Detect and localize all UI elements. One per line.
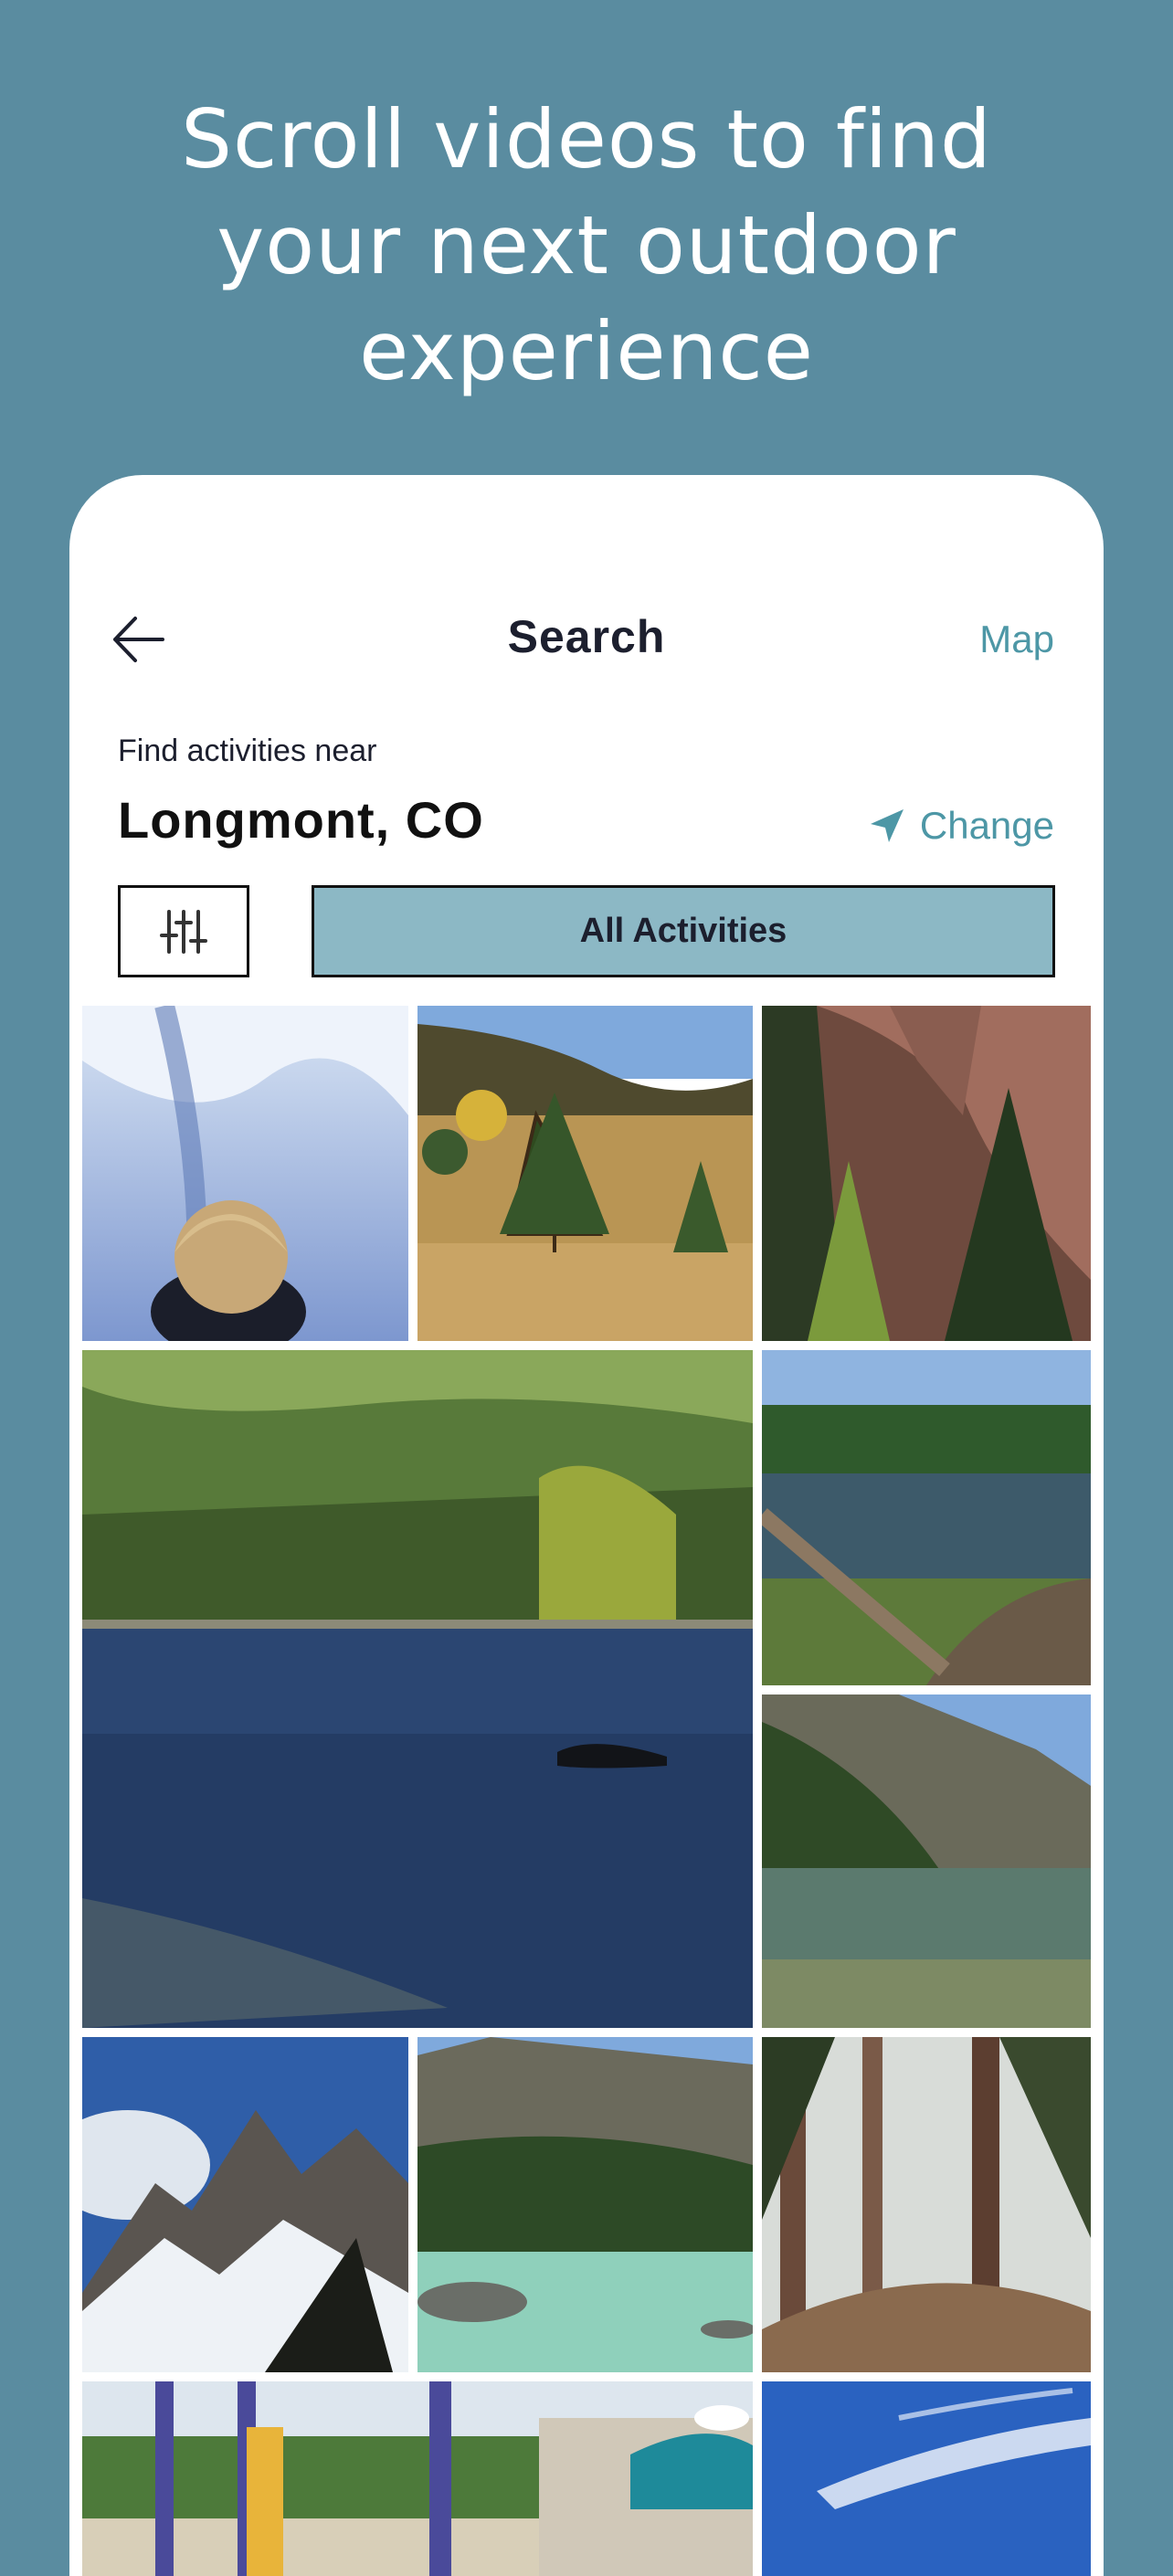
location-city: Longmont, CO bbox=[118, 791, 484, 849]
video-tile[interactable] bbox=[82, 2381, 753, 2576]
video-thumbnail bbox=[762, 2037, 1091, 2372]
video-grid bbox=[82, 1006, 1091, 2576]
video-tile[interactable] bbox=[417, 1006, 753, 1341]
video-thumbnail bbox=[82, 1350, 753, 2028]
video-tile[interactable] bbox=[762, 1350, 1091, 1685]
location-label: Find activities near bbox=[118, 734, 377, 768]
sliders-icon bbox=[160, 909, 207, 954]
video-thumbnail bbox=[417, 2037, 753, 2372]
video-thumbnail bbox=[762, 1350, 1091, 1685]
phone-screen: Search Map Find activities near Longmont… bbox=[69, 475, 1104, 2576]
video-thumbnail bbox=[762, 1694, 1091, 2028]
video-tile[interactable] bbox=[417, 2037, 753, 2372]
video-thumbnail bbox=[417, 1006, 753, 1341]
video-tile[interactable] bbox=[82, 1350, 753, 2028]
headline-line-2: your next outdoor bbox=[217, 198, 956, 292]
video-tile[interactable] bbox=[762, 2381, 1091, 2576]
video-tile[interactable] bbox=[762, 1006, 1091, 1341]
location-arrow-icon bbox=[870, 809, 904, 842]
headline: Scroll videos to find your next outdoor … bbox=[0, 87, 1173, 405]
video-thumbnail bbox=[762, 1006, 1091, 1341]
video-tile[interactable] bbox=[82, 2037, 408, 2372]
map-link[interactable]: Map bbox=[979, 618, 1054, 661]
video-tile[interactable] bbox=[762, 1694, 1091, 2028]
page-title: Search bbox=[507, 611, 666, 662]
all-activities-button[interactable]: All Activities bbox=[312, 885, 1055, 977]
video-tile[interactable] bbox=[82, 1006, 408, 1341]
change-label: Change bbox=[919, 804, 1054, 847]
video-thumbnail bbox=[762, 2381, 1091, 2576]
video-thumbnail bbox=[82, 1006, 408, 1341]
video-thumbnail bbox=[82, 2381, 753, 2576]
filter-button[interactable] bbox=[118, 885, 249, 977]
video-thumbnail bbox=[82, 2037, 408, 2372]
headline-line-3: experience bbox=[359, 304, 814, 398]
video-tile[interactable] bbox=[762, 2037, 1091, 2372]
change-location-button[interactable]: Change bbox=[867, 798, 1054, 853]
headline-line-1: Scroll videos to find bbox=[181, 92, 992, 186]
